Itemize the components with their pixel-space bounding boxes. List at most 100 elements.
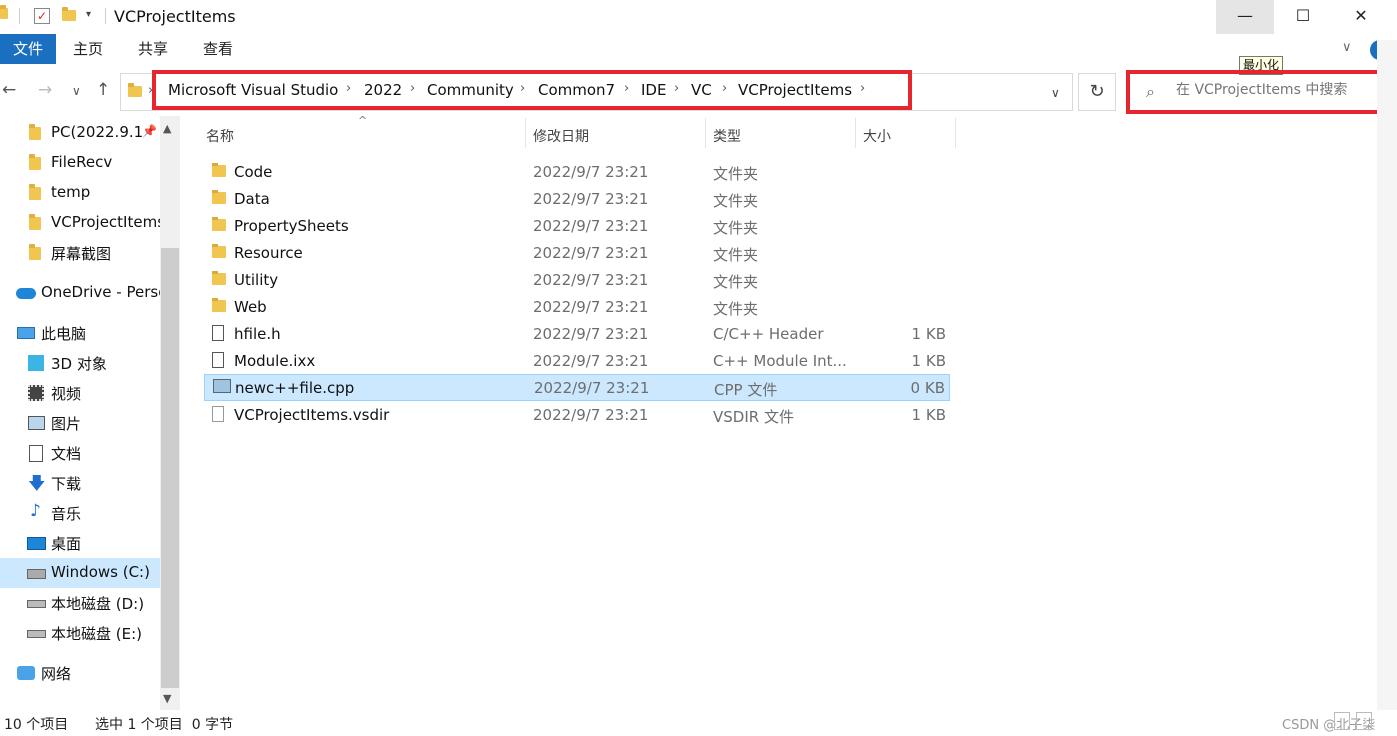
scroll-up-icon[interactable]: ▲ xyxy=(163,122,171,135)
crumb-separator[interactable]: › xyxy=(860,81,865,96)
search-box[interactable]: ⌕ xyxy=(1126,70,1384,114)
tab-share[interactable]: 共享 xyxy=(125,34,181,64)
sidebar-item-windows-c[interactable]: Windows (C:) xyxy=(0,558,160,588)
column-header-type[interactable]: 类型 xyxy=(713,126,741,146)
sidebar-item-this-pc[interactable]: 此电脑 xyxy=(0,318,160,348)
new-folder-icon[interactable] xyxy=(62,7,76,21)
table-row[interactable]: hfile.h 2022/9/7 23:21 C/C++ Header 1 KB xyxy=(204,321,950,348)
sidebar-item-desktop[interactable]: 桌面 xyxy=(0,528,160,558)
file-name: Module.ixx xyxy=(234,352,316,370)
crumb-separator[interactable]: › xyxy=(410,81,415,96)
crumb-community[interactable]: Community xyxy=(427,81,514,99)
drive-icon xyxy=(27,600,46,608)
sidebar-item-filerecv[interactable]: FileRecv xyxy=(0,148,160,178)
crumb-common7[interactable]: Common7 xyxy=(538,81,615,99)
sidebar-item-screenshots[interactable]: 屏幕截图 xyxy=(0,238,160,268)
address-dropdown-button[interactable]: ∨ xyxy=(1051,86,1060,100)
sort-ascending-icon: ^ xyxy=(358,114,368,127)
sidebar-item-temp[interactable]: temp xyxy=(0,178,160,208)
crumb-vc[interactable]: VC xyxy=(691,81,712,99)
refresh-button[interactable]: ↻ xyxy=(1078,73,1116,111)
file-date: 2022/9/7 23:21 xyxy=(533,298,649,316)
table-row[interactable]: Data 2022/9/7 23:21 文件夹 xyxy=(204,186,950,213)
sidebar-item-local-disk-d[interactable]: 本地磁盘 (D:) xyxy=(0,588,160,618)
properties-icon[interactable]: ✓ xyxy=(34,8,50,24)
quick-access-dropdown-icon[interactable]: ▾ xyxy=(86,9,91,20)
tab-file[interactable]: 文件 xyxy=(0,34,56,64)
navigation-pane: PC(2022.9.1 📌 FileRecv temp VCProjectIte… xyxy=(0,116,182,710)
music-icon: ♪ xyxy=(30,501,41,521)
sidebar-item-videos[interactable]: 视频 xyxy=(0,378,160,408)
sidebar-item-downloads[interactable]: 🡇 下载 xyxy=(0,468,160,498)
table-row[interactable]: Code 2022/9/7 23:21 文件夹 xyxy=(204,159,950,186)
tab-view[interactable]: 查看 xyxy=(190,34,246,64)
sidebar-item-pictures[interactable]: 图片 xyxy=(0,408,160,438)
crumb-microsoft-visual-studio[interactable]: Microsoft Visual Studio xyxy=(168,81,338,99)
close-button[interactable]: ✕ xyxy=(1332,0,1390,34)
recent-locations-button[interactable]: ∨ xyxy=(72,84,81,98)
table-row[interactable]: Web 2022/9/7 23:21 文件夹 xyxy=(204,294,950,321)
sidebar-scrollbar[interactable]: ▲ ▼ xyxy=(160,116,180,710)
sidebar-item-music[interactable]: ♪ 音乐 xyxy=(0,498,160,528)
sidebar-item-local-disk-e[interactable]: 本地磁盘 (E:) xyxy=(0,618,160,648)
scroll-down-icon[interactable]: ▼ xyxy=(163,692,171,705)
file-type: 文件夹 xyxy=(713,300,759,318)
column-header-size[interactable]: 大小 xyxy=(863,126,891,146)
sidebar-item-vcprojectitems[interactable]: VCProjectItems xyxy=(0,208,160,238)
table-row[interactable]: Utility 2022/9/7 23:21 文件夹 xyxy=(204,267,950,294)
table-row[interactable]: Module.ixx 2022/9/7 23:21 C++ Module Int… xyxy=(204,348,950,375)
divider xyxy=(19,8,20,24)
file-type: VSDIR 文件 xyxy=(713,408,794,426)
back-button[interactable]: ← xyxy=(2,80,16,100)
search-icon: ⌕ xyxy=(1146,82,1155,101)
tab-home[interactable]: 主页 xyxy=(60,34,116,64)
search-input[interactable] xyxy=(1176,82,1376,98)
file-date: 2022/9/7 23:21 xyxy=(534,379,650,397)
up-button[interactable]: ↑ xyxy=(96,80,110,100)
file-date: 2022/9/7 23:21 xyxy=(533,217,649,235)
ribbon-expand-icon[interactable]: ∨ xyxy=(1342,40,1352,55)
column-divider[interactable] xyxy=(525,118,526,148)
pin-icon[interactable]: 📌 xyxy=(142,124,157,138)
table-row[interactable]: newc++file.cpp 2022/9/7 23:21 CPP 文件 0 K… xyxy=(204,374,950,401)
file-type: 文件夹 xyxy=(713,192,759,210)
sidebar-scroll-thumb[interactable] xyxy=(161,248,179,688)
sidebar-item-label: 文档 xyxy=(51,445,82,463)
folder-icon xyxy=(212,271,226,285)
file-name: Utility xyxy=(234,271,279,289)
crumb-separator[interactable]: › xyxy=(346,81,351,96)
column-header-date[interactable]: 修改日期 xyxy=(533,126,589,146)
column-header-name[interactable]: 名称 xyxy=(206,126,234,146)
sidebar-item-pc-folder[interactable]: PC(2022.9.1 📌 xyxy=(0,118,160,148)
table-row[interactable]: VCProjectItems.vsdir 2022/9/7 23:21 VSDI… xyxy=(204,402,950,429)
forward-button[interactable]: → xyxy=(38,80,52,100)
folder-icon xyxy=(212,163,226,177)
sidebar-item-label: 此电脑 xyxy=(41,325,87,343)
details-view-button[interactable] xyxy=(1334,712,1350,730)
sidebar-item-documents[interactable]: 文档 xyxy=(0,438,160,468)
crumb-separator[interactable]: › xyxy=(674,81,679,96)
sidebar-item-3d-objects[interactable]: 3D 对象 xyxy=(0,348,160,378)
column-divider[interactable] xyxy=(955,118,956,148)
file-size: 1 KB xyxy=(911,352,946,370)
crumb-vcprojectitems[interactable]: VCProjectItems xyxy=(738,81,852,99)
file-date: 2022/9/7 23:21 xyxy=(533,271,649,289)
right-scrollbar[interactable] xyxy=(1377,40,1397,710)
crumb-separator[interactable]: › xyxy=(624,81,629,96)
crumb-separator[interactable]: › xyxy=(520,81,525,96)
sidebar-item-onedrive[interactable]: OneDrive - Perso xyxy=(0,278,160,308)
crumb-ide[interactable]: IDE xyxy=(641,81,666,99)
file-name: PropertySheets xyxy=(234,217,349,235)
column-divider[interactable] xyxy=(855,118,856,148)
maximize-button[interactable]: ☐ xyxy=(1274,0,1332,34)
table-row[interactable]: PropertySheets 2022/9/7 23:21 文件夹 xyxy=(204,213,950,240)
minimize-button[interactable]: — xyxy=(1216,0,1274,34)
column-divider[interactable] xyxy=(705,118,706,148)
file-type: 文件夹 xyxy=(713,273,759,291)
blank-file-icon xyxy=(212,406,224,422)
sidebar-item-network[interactable]: 网络 xyxy=(0,658,160,688)
crumb-2022[interactable]: 2022 xyxy=(364,81,402,99)
large-icons-view-button[interactable] xyxy=(1356,712,1372,730)
table-row[interactable]: Resource 2022/9/7 23:21 文件夹 xyxy=(204,240,950,267)
crumb-separator[interactable]: › xyxy=(722,81,727,96)
